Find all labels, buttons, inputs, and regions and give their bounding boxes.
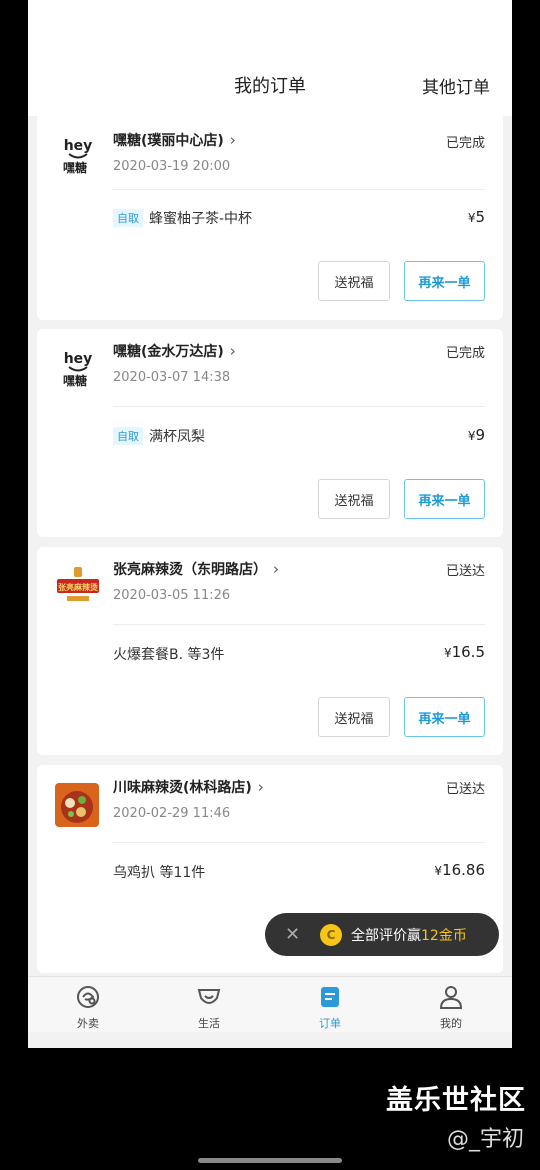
takeout-icon [77,986,99,1008]
pickup-tag: 自取 [113,209,143,227]
other-orders-link[interactable]: 其他订单 [422,73,490,98]
send-blessing-button[interactable]: 送祝福 [318,261,390,301]
divider [113,842,485,843]
send-blessing-button[interactable]: 送祝福 [318,697,390,737]
svg-text:hey: hey [64,351,93,367]
order-time: 2020-03-19 20:00 [113,159,231,174]
home-indicator[interactable] [198,1158,342,1163]
tab-label: 外卖 [77,1017,99,1030]
order-status: 已送达 [445,564,485,579]
store-logo: 张亮麻辣烫 [55,565,101,611]
order-item: 自取 满杯凤梨 [113,426,205,446]
watermark-title: 盖乐世社区 [386,1085,526,1116]
tab-label: 订单 [319,1017,341,1030]
order-card[interactable]: hey 嘿糖 嘿糖(璞丽中心店) › 已完成 2020-03-19 20:00 自… [37,108,503,320]
order-price: ¥16.5 [443,643,485,661]
tab-label: 生活 [198,1017,220,1030]
chevron-right-icon: › [229,342,236,360]
profile-icon [439,986,463,1009]
bottom-tab-bar: 外卖 生活 订单 我的 [28,976,512,1032]
reorder-button[interactable]: 再来一单 [404,479,485,519]
divider [113,624,485,625]
order-icon [321,987,339,1007]
order-item: 自取 蜂蜜柚子茶-中杯 [113,208,252,228]
life-icon [197,989,221,1004]
svg-text:hey: hey [64,138,93,154]
watermark-author: @_宇初 [446,1127,524,1152]
svg-text:嘿糖: 嘿糖 [63,160,87,175]
store-name[interactable]: 川味麻辣烫(林科路店) › [113,777,264,797]
order-status: 已完成 [445,136,485,151]
store-logo [55,783,99,827]
divider [113,189,485,190]
store-name[interactable]: 嘿糖(金水万达店) › [113,341,236,361]
toast-text: 全部评价赢12金币 [351,927,467,944]
review-reward-toast[interactable]: ✕ C 全部评价赢12金币 [265,913,499,956]
tab-profile[interactable]: 我的 [411,977,491,1033]
order-time: 2020-02-29 11:46 [113,806,231,821]
close-icon[interactable]: ✕ [285,924,303,945]
send-blessing-button[interactable]: 送祝福 [318,479,390,519]
store-logo: hey 嘿糖 [55,347,101,393]
store-name[interactable]: 嘿糖(璞丽中心店) › [113,130,236,150]
app-screen: 我的订单 其他订单 hey 嘿糖 嘿糖(璞丽中心店) › 已完成 2020-03-… [28,0,512,1048]
store-logo: hey 嘿糖 [55,134,101,180]
coin-icon: C [320,923,342,946]
food-photo-icon [55,783,99,827]
order-item: 火爆套餐B. 等3件 [113,647,225,663]
chevron-right-icon: › [257,778,264,796]
divider [113,406,485,407]
order-time: 2020-03-05 11:26 [113,588,231,603]
order-price: ¥5 [467,208,485,226]
tab-label: 我的 [440,1017,462,1030]
pickup-tag: 自取 [113,427,143,445]
reorder-button[interactable]: 再来一单 [404,697,485,737]
header: 我的订单 其他订单 [28,0,512,116]
order-card[interactable]: hey 嘿糖 嘿糖(金水万达店) › 已完成 2020-03-07 14:38 自… [37,329,503,537]
order-status: 已完成 [445,346,485,361]
order-card[interactable]: 张亮麻辣烫 张亮麻辣烫（东明路店） › 已送达 2020-03-05 11:26 … [37,547,503,755]
svg-text:嘿糖: 嘿糖 [63,373,87,388]
svg-text:张亮麻辣烫: 张亮麻辣烫 [58,582,99,592]
tab-takeout[interactable]: 外卖 [48,977,128,1033]
chevron-right-icon: › [273,560,279,578]
order-price: ¥9 [467,426,485,444]
order-item: 乌鸡扒 等11件 [113,865,206,881]
tab-orders[interactable]: 订单 [290,977,370,1033]
order-price: ¥16.86 [434,861,485,879]
order-status: 已送达 [445,782,485,797]
tab-life[interactable]: 生活 [169,977,249,1033]
chevron-right-icon: › [229,131,236,149]
reorder-button[interactable]: 再来一单 [404,261,485,301]
store-name[interactable]: 张亮麻辣烫（东明路店） › [113,559,279,579]
order-time: 2020-03-07 14:38 [113,370,231,385]
